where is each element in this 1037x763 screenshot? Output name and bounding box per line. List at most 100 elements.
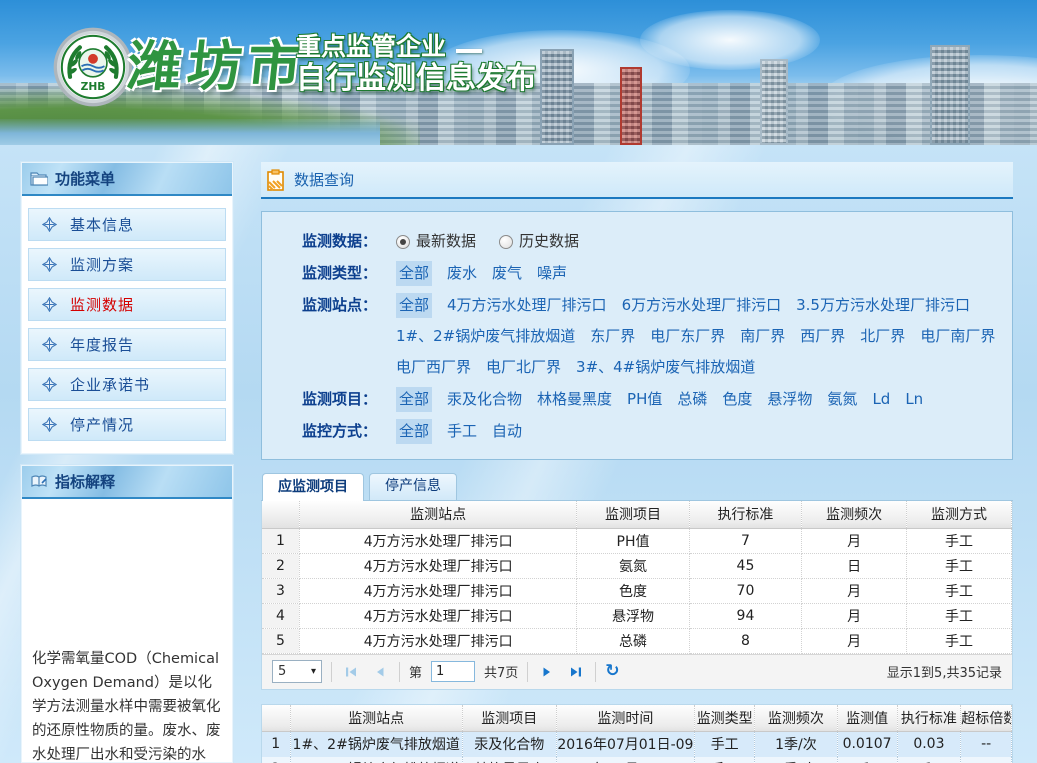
query-options: 全部废水废气噪声 <box>396 261 998 286</box>
sidebar-item-basic-info[interactable]: 基本信息 <box>28 208 226 241</box>
indicator-title: 指标解释 <box>55 471 115 492</box>
table-cell: 1#、2#锅炉废气排放烟道 <box>290 732 462 757</box>
tab-monitoring-items[interactable]: 应监测项目 <box>262 473 364 501</box>
sidebar-item-annual-report[interactable]: 年度报告 <box>28 328 226 361</box>
filter-link[interactable]: 电厂北厂界 <box>486 355 561 380</box>
radio-option[interactable]: 历史数据 <box>499 229 579 254</box>
filter-link[interactable]: 废水 <box>447 261 477 286</box>
table-cell: 2 <box>262 757 290 763</box>
filter-link[interactable]: 3.5万方污水处理厂排污口 <box>796 293 970 318</box>
filter-link[interactable]: 4万方污水处理厂排污口 <box>447 293 607 318</box>
sidebar-item-label: 基本信息 <box>70 214 134 235</box>
page-number-input[interactable] <box>431 661 475 682</box>
page-label-prefix: 第 <box>409 662 422 681</box>
column-header <box>262 705 290 732</box>
radio-unchecked-icon[interactable] <box>499 235 513 249</box>
last-page-button[interactable] <box>566 662 586 682</box>
table-cell: 总磷 <box>577 628 689 653</box>
table-cell: 4 <box>262 603 300 628</box>
filter-link[interactable]: 氨氮 <box>827 387 857 412</box>
filter-link[interactable]: 悬浮物 <box>767 387 812 412</box>
table-row[interactable]: 54万方污水处理厂排污口总磷8月手工 <box>262 628 1012 653</box>
table-cell: 94 <box>689 603 801 628</box>
table-row[interactable]: 24万方污水处理厂排污口氨氮45日手工 <box>262 553 1012 578</box>
radio-option[interactable]: 最新数据 <box>396 229 476 254</box>
table-cell: 2016年07月01日-09 <box>556 732 695 757</box>
filter-link[interactable]: 电厂东厂界 <box>650 324 725 349</box>
radio-checked-icon[interactable] <box>396 235 410 249</box>
sidebar-item-shutdown-status[interactable]: 停产情况 <box>28 408 226 441</box>
sidebar-item-commitment-letter[interactable]: 企业承诺书 <box>28 368 226 401</box>
table-row[interactable]: 21#、2#锅炉废气排放烟道林格曼黑度2016年07月01日-09手工1季/次1… <box>262 757 1012 763</box>
indicator-header: 指标解释 <box>22 466 232 499</box>
table-row[interactable]: 44万方污水处理厂排污口悬浮物94月手工 <box>262 603 1012 628</box>
filter-link[interactable]: 南厂界 <box>740 324 785 349</box>
filter-link[interactable]: 电厂南厂界 <box>920 324 995 349</box>
query-row-monitoring-item: 监测项目：全部汞及化合物林格曼黑度PH值总磷色度悬浮物氨氮LdLn <box>302 387 998 412</box>
filter-link[interactable]: 全部 <box>396 293 432 318</box>
filter-link[interactable]: Ld <box>872 387 890 412</box>
table-row[interactable]: 14万方污水处理厂排污口PH值7月手工 <box>262 528 1012 553</box>
sidebar-item-monitoring-data[interactable]: 监测数据 <box>28 288 226 321</box>
column-header: 超标倍数 <box>961 705 1012 732</box>
filter-link[interactable]: 总磷 <box>677 387 707 412</box>
filter-link[interactable]: PH值 <box>627 387 662 412</box>
column-header: 监测频次 <box>802 501 907 528</box>
compass-icon <box>42 377 57 392</box>
table-cell: 1 <box>262 732 290 757</box>
filter-link[interactable]: 西厂界 <box>800 324 845 349</box>
column-header: 监测类型 <box>695 705 755 732</box>
table-cell: 手工 <box>907 628 1012 653</box>
table-cell: 2016年07月01日-09 <box>556 757 695 763</box>
header-row: 监测站点监测项目监测时间监测类型监测频次监测值执行标准超标倍数 <box>262 705 1012 732</box>
tabstrip: 应监测项目停产信息 <box>261 473 1013 501</box>
page-size-value: 5 <box>278 664 286 679</box>
filter-link[interactable]: 全部 <box>396 419 432 444</box>
banner-building <box>760 59 788 145</box>
filter-link[interactable]: 色度 <box>722 387 752 412</box>
radio-label: 历史数据 <box>519 229 579 254</box>
filter-link[interactable]: 汞及化合物 <box>447 387 522 412</box>
filter-link[interactable]: Ln <box>905 387 923 412</box>
monitoring-items-table: 监测站点监测项目执行标准监测频次监测方式14万方污水处理厂排污口PH值7月手工2… <box>262 501 1012 654</box>
table-cell: 手工 <box>695 757 755 763</box>
refresh-icon[interactable]: ↻ <box>605 663 619 680</box>
filter-link[interactable]: 6万方污水处理厂排污口 <box>622 293 782 318</box>
table-cell: 手工 <box>695 732 755 757</box>
table-cell: 1#、2#锅炉废气排放烟道 <box>290 757 462 763</box>
filter-link[interactable]: 电厂西厂界 <box>396 355 471 380</box>
main-area: 数据查询 监测数据：最新数据历史数据监测类型：全部废水废气噪声监测站点：全部4万… <box>261 162 1013 763</box>
filter-link[interactable]: 林格曼黑度 <box>537 387 612 412</box>
table-cell: 8 <box>689 628 801 653</box>
next-page-button[interactable] <box>537 662 557 682</box>
filter-link[interactable]: 废气 <box>492 261 522 286</box>
filter-link[interactable]: 手工 <box>447 419 477 444</box>
column-header <box>262 501 300 528</box>
table-row[interactable]: 11#、2#锅炉废气排放烟道汞及化合物2016年07月01日-09手工1季/次0… <box>262 732 1012 757</box>
table-cell: 日 <box>802 553 907 578</box>
function-menu: 基本信息监测方案监测数据年度报告企业承诺书停产情况 <box>22 196 232 453</box>
filter-link[interactable]: 全部 <box>396 261 432 286</box>
page-size-select[interactable]: 5 ▾ <box>272 660 322 683</box>
table-cell: 月 <box>802 628 907 653</box>
table-row[interactable]: 34万方污水处理厂排污口色度70月手工 <box>262 578 1012 603</box>
sidebar-item-monitoring-plan[interactable]: 监测方案 <box>28 248 226 281</box>
filter-link[interactable]: 自动 <box>492 419 522 444</box>
filter-link[interactable]: 3#、4#锅炉废气排放烟道 <box>576 355 755 380</box>
sidebar: 功能菜单 基本信息监测方案监测数据年度报告企业承诺书停产情况 指标解释 化学需氧… <box>21 162 233 763</box>
tab-shutdown-info[interactable]: 停产信息 <box>369 473 457 501</box>
sidebar-item-label: 企业承诺书 <box>70 374 150 395</box>
first-page-button[interactable] <box>341 662 361 682</box>
data-query-title: 数据查询 <box>294 169 354 190</box>
sidebar-item-label: 年度报告 <box>70 334 134 355</box>
query-label: 监测数据： <box>302 229 396 254</box>
header-row: 监测站点监测项目执行标准监测频次监测方式 <box>262 501 1012 528</box>
filter-link[interactable]: 全部 <box>396 387 432 412</box>
filter-link[interactable]: 噪声 <box>537 261 567 286</box>
radio-label: 最新数据 <box>416 229 476 254</box>
filter-link[interactable]: 东厂界 <box>590 324 635 349</box>
filter-link[interactable]: 北厂界 <box>860 324 905 349</box>
banner-subtitle-line1: 重点监管企业 <box>296 33 446 62</box>
filter-link[interactable]: 1#、2#锅炉废气排放烟道 <box>396 324 575 349</box>
prev-page-button[interactable] <box>370 662 390 682</box>
